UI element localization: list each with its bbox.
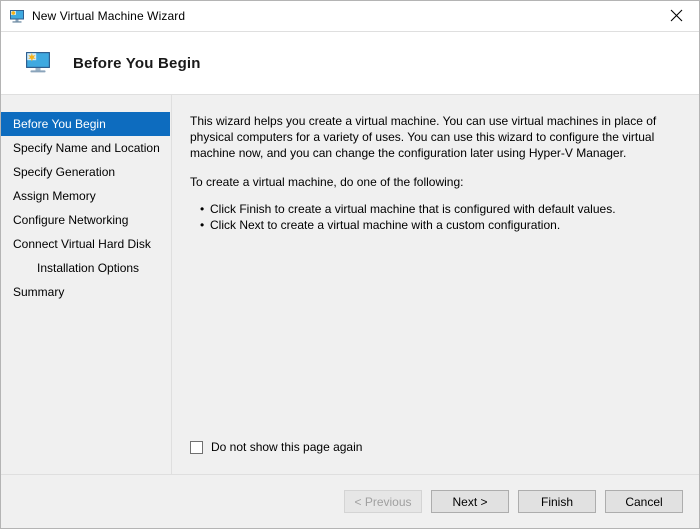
do-not-show-again-checkbox[interactable] — [190, 441, 203, 454]
sidebar-item-specify-generation[interactable]: Specify Generation — [1, 160, 171, 184]
sidebar-item-configure-networking[interactable]: Configure Networking — [1, 208, 171, 232]
wizard-content-pane: This wizard helps you create a virtual m… — [172, 95, 699, 474]
next-button[interactable]: Next > — [431, 490, 509, 513]
intro-paragraph: This wizard helps you create a virtual m… — [190, 113, 672, 161]
virtual-machine-monitor-icon — [9, 8, 25, 24]
finish-button[interactable]: Finish — [518, 490, 596, 513]
virtual-machine-monitor-icon — [25, 51, 51, 75]
dialog-body: Before You Begin Specify Name and Locati… — [1, 95, 699, 475]
new-virtual-machine-wizard-dialog: New Virtual Machine Wizard Before You Be… — [0, 0, 700, 529]
list-item: Click Finish to create a virtual machine… — [190, 201, 677, 217]
close-icon[interactable] — [654, 1, 699, 30]
dialog-button-bar: < Previous Next > Finish Cancel — [1, 475, 699, 528]
do-not-show-again-label: Do not show this page again — [211, 440, 362, 454]
options-bullet-list: Click Finish to create a virtual machine… — [190, 201, 677, 233]
title-bar: New Virtual Machine Wizard — [1, 1, 699, 32]
sidebar-item-before-you-begin[interactable]: Before You Begin — [1, 112, 170, 136]
previous-button[interactable]: < Previous — [344, 490, 422, 513]
sidebar-item-summary[interactable]: Summary — [1, 280, 171, 304]
page-title: Before You Begin — [73, 55, 201, 72]
sidebar-item-installation-options[interactable]: Installation Options — [1, 256, 171, 280]
wizard-step-list: Before You Begin Specify Name and Locati… — [1, 95, 172, 474]
page-header: Before You Begin — [1, 32, 699, 95]
cancel-button[interactable]: Cancel — [605, 490, 683, 513]
window-title: New Virtual Machine Wizard — [32, 9, 185, 23]
instruction-line: To create a virtual machine, do one of t… — [190, 174, 677, 190]
sidebar-item-assign-memory[interactable]: Assign Memory — [1, 184, 171, 208]
list-item: Click Next to create a virtual machine w… — [190, 217, 677, 233]
do-not-show-again-row[interactable]: Do not show this page again — [190, 440, 677, 454]
sidebar-item-connect-virtual-hard-disk[interactable]: Connect Virtual Hard Disk — [1, 232, 171, 256]
sidebar-item-specify-name-and-location[interactable]: Specify Name and Location — [1, 136, 171, 160]
